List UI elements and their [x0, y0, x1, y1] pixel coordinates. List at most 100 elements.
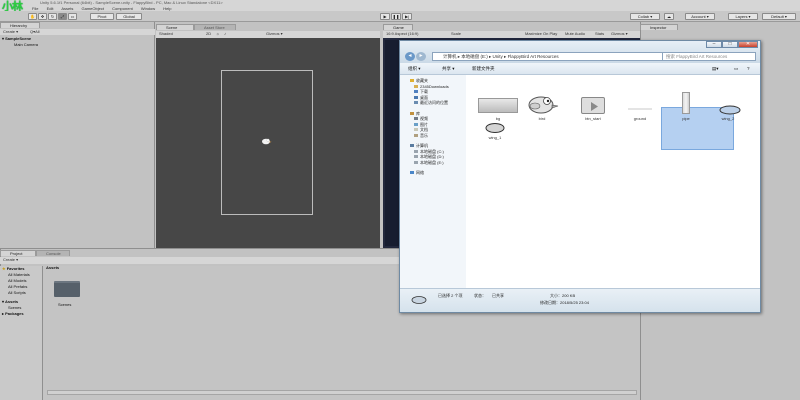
close-button[interactable]: ✕ [738, 41, 758, 48]
move-tool-icon[interactable]: ✥ [38, 13, 47, 20]
breadcrumb-drive[interactable]: 本地磁盘 (E:) [461, 54, 488, 59]
hierarchy-search[interactable]: Q▾All [30, 29, 40, 35]
nav-item[interactable]: 最近访问的位置 [410, 100, 466, 106]
preview-pane-icon[interactable]: ▭ [734, 63, 738, 75]
status-size: 大小：200 KB [550, 293, 576, 298]
layout-dropdown[interactable]: Default ▾ [762, 13, 796, 20]
star-icon: ★ [2, 266, 6, 271]
minimize-button[interactable]: – [706, 41, 722, 48]
hierarchy-toolbar: Create ▾ Q▾All [0, 29, 155, 35]
maximize-on-play-toggle[interactable]: Maximize On Play [525, 31, 557, 37]
project-breadcrumb[interactable]: Assets [46, 265, 59, 271]
file-label: btn_start [585, 116, 601, 121]
hand-tool-icon[interactable]: ✋ [28, 13, 37, 20]
global-toggle[interactable]: Global [116, 13, 142, 20]
download-icon [414, 90, 418, 94]
project-folder-tree: ★ Favorites All Materials All Models All… [0, 266, 43, 400]
scenes-folder-icon[interactable] [54, 281, 80, 297]
audio-icon[interactable]: ♪ [224, 31, 226, 37]
command-bar: 组织 ▾ 共享 ▾ 新建文件夹 ▤▾ ▭ ? [400, 63, 760, 75]
hierarchy-create-button[interactable]: Create ▾ [3, 29, 18, 34]
cloud-icon[interactable]: ☁ [664, 13, 674, 20]
drive-icon [414, 160, 418, 164]
gizmos-dropdown[interactable]: Gizmos ▾ [266, 31, 283, 37]
aspect-dropdown[interactable]: 16:9 Aspect (16:9) [386, 31, 418, 36]
breadcrumb-unity[interactable]: Unity [493, 54, 503, 59]
rect-tool-icon[interactable]: ▭ [68, 13, 77, 20]
address-bar[interactable]: 计算机 ▸ 本地磁盘 (E:) ▸ Unity ▸ FlappyBird Art… [432, 52, 678, 61]
status-state-value: 已共享 [492, 293, 504, 298]
shading-dropdown[interactable]: Shaded [159, 31, 173, 36]
ground-thumbnail[interactable] [628, 108, 652, 110]
zoom-slider[interactable] [47, 390, 637, 395]
breadcrumb-computer[interactable]: 计算机 [443, 54, 457, 59]
status-modified: 修改日期：2018/5/25 23:04 [540, 300, 589, 305]
step-button[interactable]: ▶| [402, 13, 412, 20]
game-toolbar: 16:9 Aspect (16:9) Scale Maximize On Pla… [383, 31, 640, 38]
desktop-icon [414, 95, 418, 99]
btn-start-thumbnail[interactable] [581, 97, 605, 114]
stats-toggle[interactable]: Stats [595, 31, 604, 37]
new-folder-button[interactable]: 新建文件夹 [472, 63, 495, 75]
tab-hierarchy[interactable]: Hierarchy [0, 22, 40, 28]
tab-project[interactable]: Project [0, 250, 36, 256]
pivot-toggle[interactable]: Pivot [90, 13, 114, 20]
project-create-button[interactable]: Create ▾ [3, 257, 18, 262]
search-input[interactable]: 搜索 FlappyBird Art Resources [662, 52, 756, 61]
tab-console[interactable]: Console [36, 250, 70, 256]
play-triangle-icon [591, 102, 598, 111]
layers-dropdown[interactable]: Layers ▾ [728, 13, 758, 20]
status-summary: 已选择 2 个项 [438, 293, 463, 298]
picture-icon [414, 122, 418, 126]
nav-network[interactable]: 网络 [410, 170, 466, 176]
breadcrumb-folder[interactable]: FlappyBird Art Resources [508, 54, 559, 59]
scenes-folder-label: Scenes [58, 302, 72, 307]
library-icon [410, 111, 414, 115]
file-label: bg [495, 116, 501, 121]
tab-inspector[interactable]: Inspector [640, 24, 678, 30]
favorite-item[interactable]: All Scripts [0, 290, 42, 296]
bg-thumbnail[interactable] [478, 98, 518, 113]
file-label: pipe [682, 116, 690, 121]
tab-asset-store[interactable]: Asset Store [194, 24, 236, 30]
bird-thumbnail[interactable] [525, 93, 559, 115]
light-icon[interactable]: ☼ [216, 31, 220, 37]
help-icon[interactable]: ? [747, 63, 750, 75]
toggle-2d[interactable]: 2D [206, 31, 211, 37]
nav-item[interactable]: 音乐 [410, 133, 466, 139]
file-label: wing_2 [721, 116, 735, 121]
pause-button[interactable]: ❚❚ [391, 13, 401, 20]
music-icon [414, 133, 418, 137]
folder-icon: ▾ [2, 299, 5, 304]
back-arrow-icon[interactable]: ◂ [405, 52, 415, 61]
tab-game[interactable]: Game [383, 24, 413, 30]
wing-1-thumbnail[interactable] [484, 122, 506, 134]
pipe-thumbnail[interactable] [682, 92, 690, 114]
organize-button[interactable]: 组织 ▾ [408, 63, 421, 75]
game-gizmos-dropdown[interactable]: Gizmos ▾ [611, 31, 628, 37]
video-icon [414, 117, 418, 121]
view-options-icon[interactable]: ▤▾ [712, 63, 719, 75]
tree-item-main-camera[interactable]: Main Camera [14, 42, 38, 48]
hierarchy-panel [0, 22, 155, 248]
drive-icon [414, 149, 418, 153]
file-label: wing_1 [488, 135, 502, 140]
selection-thumbnail-icon [411, 296, 427, 304]
play-button[interactable]: ▶ [380, 13, 390, 20]
recent-places-icon [414, 101, 418, 105]
tree-packages[interactable]: ▸ Packages [0, 311, 42, 317]
nav-item[interactable]: 本地磁盘 (E:) [410, 160, 466, 166]
forward-arrow-icon[interactable]: ▸ [416, 52, 426, 61]
mute-audio-toggle[interactable]: Mute Audio [565, 31, 585, 37]
rotate-tool-icon[interactable]: ↻ [48, 13, 57, 20]
tab-scene[interactable]: Scene [156, 24, 194, 30]
star-icon [410, 79, 414, 83]
bird-sprite[interactable] [261, 137, 272, 145]
maximize-button[interactable]: □ [722, 41, 738, 48]
account-dropdown[interactable]: Account ▾ [685, 13, 715, 20]
share-button[interactable]: 共享 ▾ [442, 63, 455, 75]
folder-icon: ▸ [2, 311, 5, 316]
wing-2-thumbnail[interactable] [718, 104, 742, 116]
collab-dropdown[interactable]: Collab ▾ [630, 13, 660, 20]
scale-tool-icon[interactable]: ⤢ [58, 13, 67, 20]
